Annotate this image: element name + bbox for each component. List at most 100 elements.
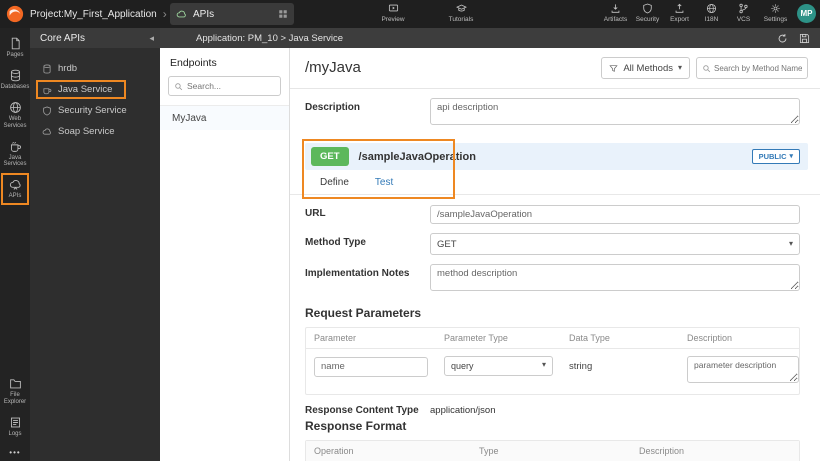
sidebar-item-hrdb[interactable]: hrdb: [30, 58, 160, 79]
api-tab-icon: [176, 9, 187, 20]
rail-label-logs: Logs: [8, 431, 22, 438]
chevron-down-icon: ▾: [677, 63, 682, 72]
apis-document-tab[interactable]: APIs: [170, 3, 294, 25]
apis-tab-label: APIs: [193, 8, 215, 20]
coffee-icon: [10, 141, 21, 152]
logs-icon: [10, 417, 20, 428]
rail-label-pages: Pages: [6, 52, 24, 58]
shield-icon: [43, 106, 51, 115]
all-methods-filter[interactable]: All Methods ▾: [601, 57, 690, 79]
i18n-label: I18N: [704, 16, 719, 23]
impl-notes-textarea[interactable]: method description: [430, 264, 800, 291]
rail-label-file-explorer: File Explorer: [3, 392, 27, 406]
sidebar-item-label: Java Service: [58, 84, 113, 95]
parameter-description-textarea[interactable]: parameter description: [687, 356, 799, 383]
export-label: Export: [670, 16, 689, 23]
endpoints-search[interactable]: [168, 76, 281, 96]
rail-item-apis[interactable]: APIs: [1, 173, 29, 206]
operation-header[interactable]: GET /sampleJavaOperation PUBLIC ▾: [305, 143, 808, 170]
parameter-type-select[interactable]: query: [444, 356, 553, 376]
api-designer-main: /myJava All Methods ▾ Description api de…: [290, 48, 820, 461]
rail-item-logs[interactable]: Logs: [0, 411, 30, 443]
left-icon-rail: Pages Databases Web Services Java Servic…: [0, 28, 30, 461]
database-icon: [43, 64, 51, 73]
sidebar-header: Core APIs ◂: [30, 28, 160, 48]
vcs-label: VCS: [736, 16, 751, 23]
method-search-input[interactable]: [714, 63, 802, 73]
settings-button[interactable]: Settings: [760, 3, 791, 23]
operation-path: /sampleJavaOperation: [358, 150, 476, 163]
parameter-name-input[interactable]: [314, 356, 428, 377]
coffee-icon: [43, 87, 52, 94]
tutorials-icon: [455, 4, 467, 12]
i18n-button[interactable]: I18N: [696, 3, 727, 23]
header-divider: [290, 88, 820, 89]
project-name[interactable]: Project:My_First_Application: [30, 9, 157, 20]
col-data-type: Data Type: [569, 333, 610, 343]
search-icon: [703, 64, 711, 72]
refresh-icon[interactable]: [777, 33, 788, 44]
grid-icon[interactable]: [278, 9, 288, 19]
sidebar-item-label: hrdb: [58, 63, 78, 74]
more-menu-button[interactable]: •••: [9, 443, 20, 459]
description-label: Description: [305, 102, 361, 113]
sidebar-item-java-service[interactable]: Java Service: [30, 79, 160, 100]
rail-item-databases[interactable]: Databases: [0, 64, 30, 96]
method-badge-get[interactable]: GET: [311, 147, 349, 166]
rail-label-web-services: Web Services: [3, 115, 27, 129]
url-input[interactable]: [430, 205, 800, 224]
tutorials-label: Tutorials: [448, 16, 474, 23]
breadcrumb: Application: PM_10 > Java Service: [196, 32, 344, 44]
endpoints-panel: Endpoints MyJava: [160, 48, 290, 461]
response-content-type-row: Response Content Type application/json: [305, 405, 808, 416]
sidebar-item-label: Soap Service: [58, 126, 115, 137]
endpoint-item-myjava[interactable]: MyJava: [160, 106, 289, 130]
visibility-public-button[interactable]: PUBLIC ▾: [751, 149, 800, 164]
rail-item-file-explorer[interactable]: File Explorer: [0, 372, 30, 411]
operation-tabs: Define Test: [290, 170, 820, 195]
gear-icon: [771, 4, 780, 13]
cloud-icon: [42, 128, 51, 135]
table-row: query ▾ string parameter description: [306, 349, 799, 394]
save-icon[interactable]: [799, 33, 810, 44]
app-logo: [6, 5, 24, 23]
preview-label: Preview: [381, 16, 405, 23]
preview-icon: [388, 4, 398, 12]
col-parameter: Parameter: [314, 333, 357, 343]
user-avatar[interactable]: MP: [797, 4, 816, 23]
topbar: Project:My_First_Application › APIs Prev…: [0, 0, 820, 28]
sidebar-item-security-service[interactable]: Security Service: [30, 100, 160, 121]
preview-button[interactable]: Preview: [370, 3, 416, 23]
impl-notes-label: Implementation Notes: [305, 268, 410, 279]
vcs-button[interactable]: VCS: [728, 3, 759, 23]
tab-test[interactable]: Test: [375, 177, 393, 188]
artifacts-button[interactable]: Artifacts: [600, 3, 631, 23]
description-row: Description api description: [305, 98, 808, 130]
sidebar-item-soap-service[interactable]: Soap Service: [30, 121, 160, 142]
sidebar-item-label: Security Service: [58, 105, 127, 116]
subheader: Application: PM_10 > Java Service: [160, 28, 820, 48]
subheader-actions: [777, 33, 820, 44]
rail-label-apis: APIs: [8, 193, 22, 200]
annotation-highlight-java-service: Java Service: [36, 80, 127, 99]
sidebar-items: hrdb Java Service Security Service Soap …: [30, 48, 160, 142]
studio-screen: Project:My_First_Application › APIs Prev…: [0, 0, 820, 461]
export-button[interactable]: Export: [664, 3, 695, 23]
tab-define[interactable]: Define: [320, 177, 349, 188]
method-type-select[interactable]: GET: [430, 233, 800, 255]
rail-item-pages[interactable]: Pages: [0, 32, 30, 64]
security-button[interactable]: Security: [632, 3, 663, 23]
endpoints-search-input[interactable]: [187, 81, 275, 91]
collapse-sidebar-icon[interactable]: ◂: [149, 33, 154, 44]
artifacts-label: Artifacts: [603, 16, 628, 23]
rail-item-java-services[interactable]: Java Services: [0, 135, 30, 174]
tutorials-button[interactable]: Tutorials: [438, 3, 484, 23]
response-format-title: Response Format: [305, 419, 407, 433]
title-row: /myJava All Methods ▾: [305, 56, 808, 84]
method-search[interactable]: [696, 57, 808, 79]
sidebar-title: Core APIs: [40, 32, 86, 44]
table-header-row: Operation Type Description: [306, 441, 799, 461]
request-parameters-title: Request Parameters: [305, 306, 422, 320]
rail-item-web-services[interactable]: Web Services: [0, 96, 30, 135]
description-textarea[interactable]: api description: [430, 98, 800, 125]
